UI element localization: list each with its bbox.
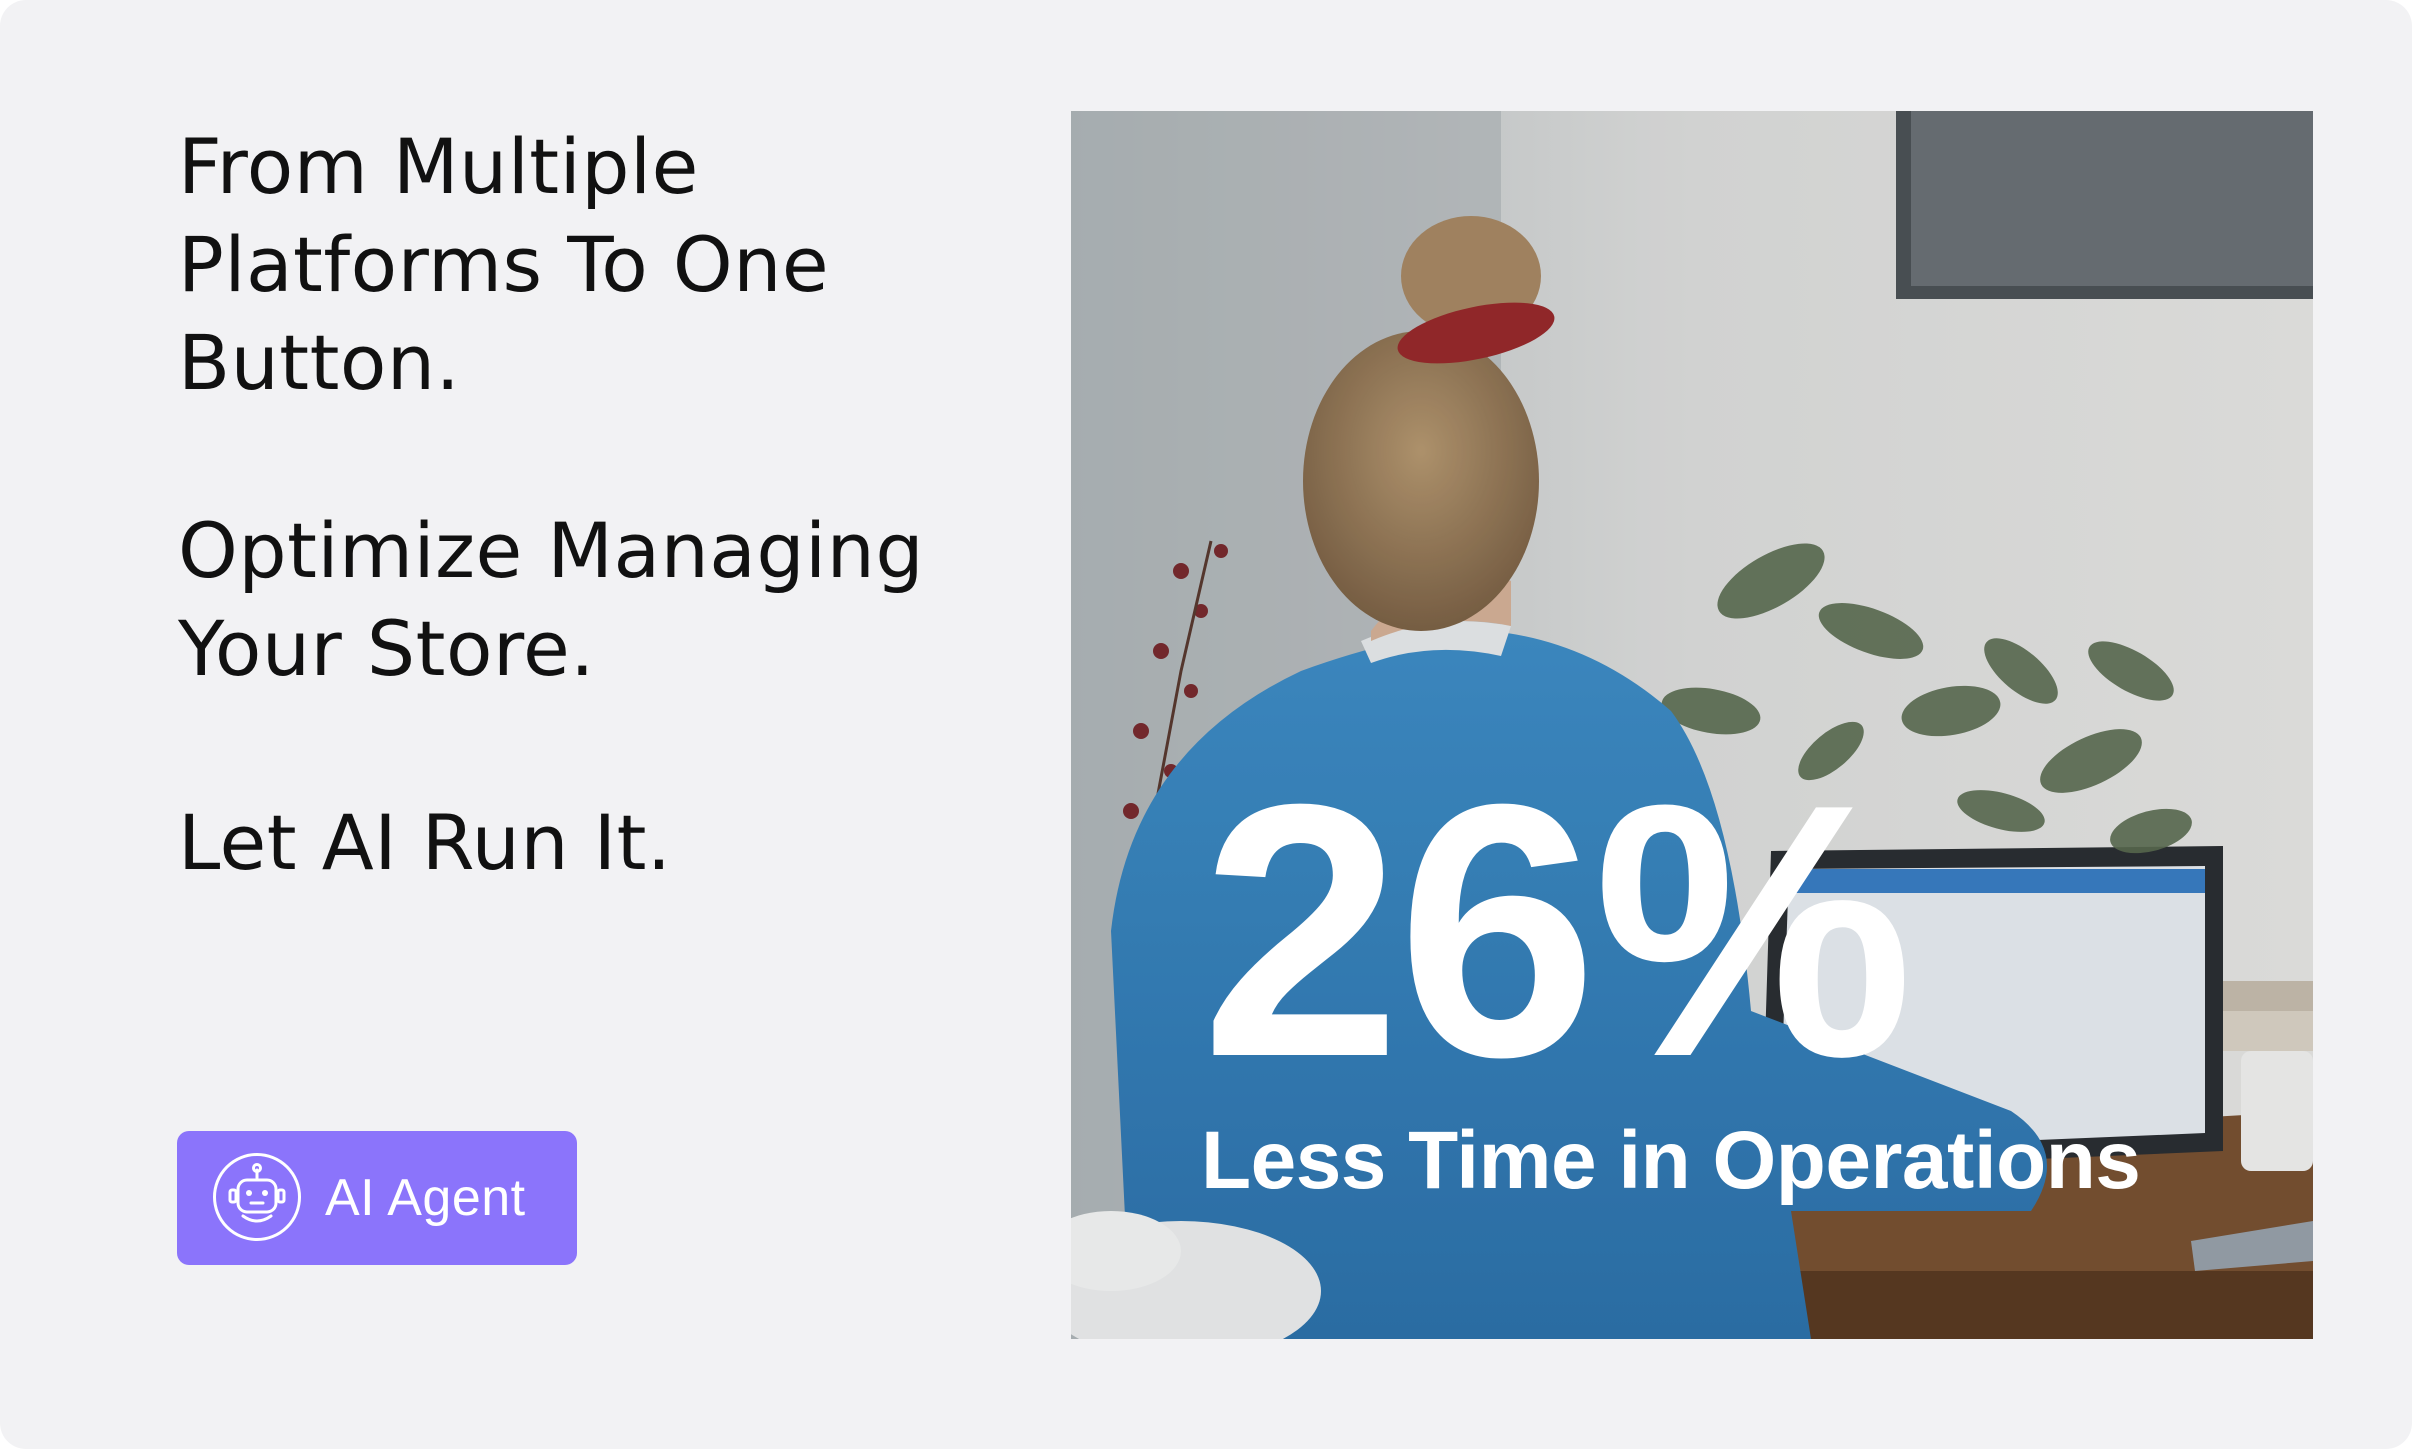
- hero-photo: 26% Less Time in Operations: [1071, 111, 2313, 1339]
- ai-agent-label: AI Agent: [325, 1169, 526, 1227]
- promo-card: From Multiple Platforms To One Button. O…: [0, 0, 2412, 1449]
- headline-line-6: Let AI Run It.: [178, 798, 672, 887]
- headline-line-4: Optimize Managing: [178, 506, 925, 595]
- stat-value: 26%: [1201, 730, 1914, 1132]
- headline-block: From Multiple Platforms To One Button. O…: [178, 118, 1058, 892]
- stat-caption: Less Time in Operations: [1201, 1115, 2141, 1206]
- robot-icon: [213, 1153, 301, 1241]
- ai-agent-button[interactable]: AI Agent: [177, 1131, 577, 1265]
- headline-line-3: Button.: [178, 318, 461, 407]
- headline-line-1: From Multiple: [178, 122, 699, 211]
- headline-line-2: Platforms To One: [178, 220, 830, 309]
- headline-line-5: Your Store.: [178, 604, 595, 693]
